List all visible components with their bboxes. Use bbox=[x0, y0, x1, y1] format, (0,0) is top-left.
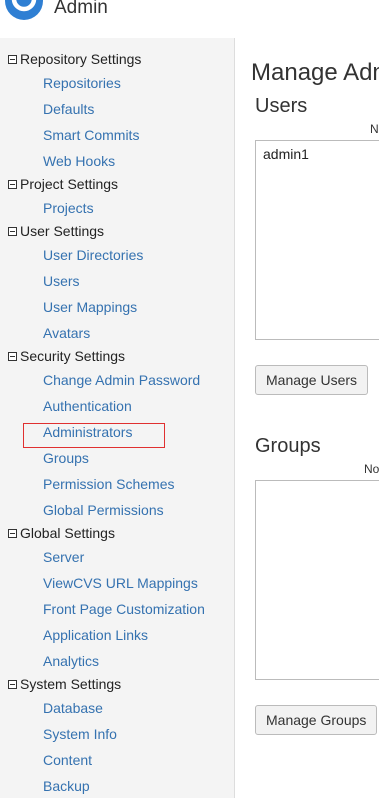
section-label: Security Settings bbox=[20, 348, 126, 364]
sidebar-item-server[interactable]: Server bbox=[43, 549, 84, 565]
list-item[interactable]: admin1 bbox=[263, 146, 309, 162]
manage-groups-button[interactable]: Manage Groups bbox=[255, 705, 378, 735]
section-label: Repository Settings bbox=[20, 51, 142, 67]
sidebar-item-projects[interactable]: Projects bbox=[43, 200, 94, 216]
section-label: Project Settings bbox=[20, 176, 119, 192]
sidebar-item-web-hooks[interactable]: Web Hooks bbox=[43, 153, 115, 169]
sidebar-item-viewcvs-url-mappings[interactable]: ViewCVS URL Mappings bbox=[43, 575, 198, 591]
sidebar-item-system-info[interactable]: System Info bbox=[43, 726, 117, 742]
section-label: Global Settings bbox=[20, 525, 115, 541]
sidebar-item-avatars[interactable]: Avatars bbox=[43, 325, 90, 341]
sidebar-item-application-links[interactable]: Application Links bbox=[43, 627, 148, 643]
sidebar-item-users[interactable]: Users bbox=[43, 273, 80, 289]
admin-sidebar: Repository Settings Repositories Default… bbox=[0, 38, 235, 798]
section-label: System Settings bbox=[20, 676, 122, 692]
sidebar-item-content[interactable]: Content bbox=[43, 752, 92, 768]
collapse-icon[interactable] bbox=[8, 529, 17, 538]
sidebar-item-backup[interactable]: Backup bbox=[43, 778, 90, 794]
sidebar-item-defaults[interactable]: Defaults bbox=[43, 101, 94, 117]
users-column-label: N bbox=[370, 122, 379, 136]
groups-listbox[interactable] bbox=[255, 480, 379, 680]
users-listbox[interactable]: admin1 bbox=[255, 140, 379, 340]
collapse-icon[interactable] bbox=[8, 680, 17, 689]
sidebar-item-repositories[interactable]: Repositories bbox=[43, 75, 121, 91]
sidebar-item-permission-schemes[interactable]: Permission Schemes bbox=[43, 476, 175, 492]
groups-column-label: No bbox=[364, 462, 379, 476]
page-title: Manage Adm bbox=[251, 59, 379, 86]
manage-users-button[interactable]: Manage Users bbox=[255, 365, 369, 395]
collapse-icon[interactable] bbox=[8, 180, 17, 189]
sidebar-item-authentication[interactable]: Authentication bbox=[43, 398, 132, 414]
section-label: User Settings bbox=[20, 223, 105, 239]
main-content: Manage Adm Users N admin1 Manage Users G… bbox=[236, 38, 379, 798]
sidebar-item-user-mappings[interactable]: User Mappings bbox=[43, 299, 137, 315]
header: Admin bbox=[0, 0, 379, 30]
sidebar-item-smart-commits[interactable]: Smart Commits bbox=[43, 127, 139, 143]
sidebar-item-user-directories[interactable]: User Directories bbox=[43, 247, 143, 263]
app-title: Admin bbox=[54, 0, 108, 18]
sidebar-item-database[interactable]: Database bbox=[43, 700, 103, 716]
sidebar-item-front-page-customization[interactable]: Front Page Customization bbox=[43, 601, 205, 617]
sidebar-item-global-permissions[interactable]: Global Permissions bbox=[43, 502, 164, 518]
collapse-icon[interactable] bbox=[8, 227, 17, 236]
sidebar-item-change-admin-password[interactable]: Change Admin Password bbox=[43, 372, 200, 388]
sidebar-item-groups[interactable]: Groups bbox=[43, 450, 89, 466]
users-heading: Users bbox=[255, 95, 308, 117]
groups-heading: Groups bbox=[255, 435, 321, 457]
circle-logo-icon[interactable] bbox=[4, 0, 44, 21]
collapse-icon[interactable] bbox=[8, 55, 17, 64]
selected-item-highlight bbox=[23, 423, 165, 448]
collapse-icon[interactable] bbox=[8, 352, 17, 361]
sidebar-item-analytics[interactable]: Analytics bbox=[43, 653, 99, 669]
